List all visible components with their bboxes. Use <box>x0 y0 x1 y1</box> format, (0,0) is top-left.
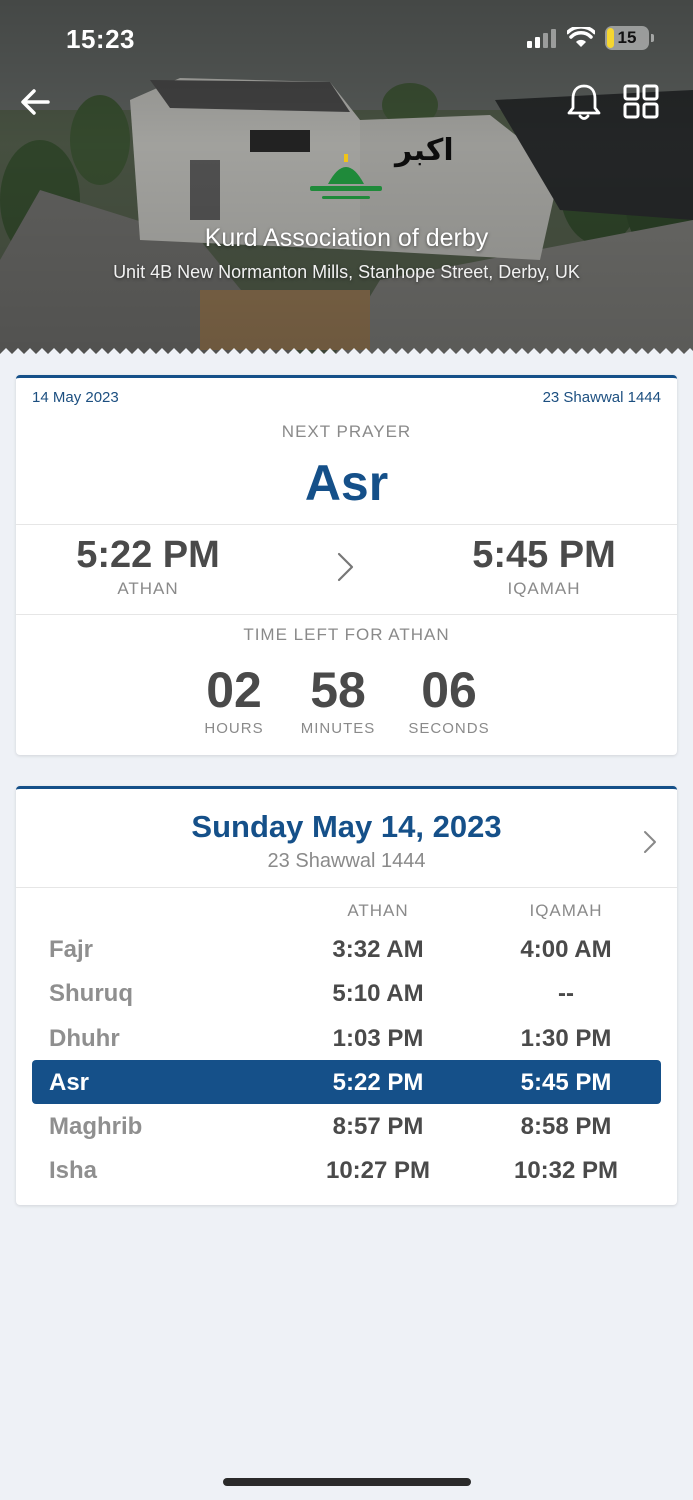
prayer-row-fajr: Fajr 3:32 AM 4:00 AM <box>32 927 661 971</box>
athan-label: ATHAN <box>117 579 179 598</box>
countdown-seconds: 06 SECONDS <box>394 662 504 737</box>
divider <box>16 524 677 525</box>
athan-column-header: ATHAN <box>347 901 409 920</box>
chevron-right-icon <box>337 552 354 582</box>
prayer-athan-time: 8:57 PM <box>332 1113 424 1141</box>
bell-icon[interactable] <box>566 82 602 122</box>
prayer-times-table: Fajr 3:32 AM 4:00 AM Shuruq 5:10 AM -- D… <box>32 927 661 1193</box>
prayer-iqamah-time: 5:45 PM <box>520 1068 612 1096</box>
countdown-minutes: 58 MINUTES <box>283 662 393 737</box>
next-prayer-name: Asr <box>304 455 389 511</box>
grid-icon[interactable] <box>622 84 660 120</box>
prayer-name: Asr <box>49 1068 90 1096</box>
prayer-iqamah-time: 10:32 PM <box>513 1157 619 1185</box>
masjid-name: Kurd Association of derby <box>204 224 489 252</box>
divider <box>16 887 677 888</box>
prayer-name: Fajr <box>49 936 94 963</box>
time-left-label: TIME LEFT FOR ATHAN <box>243 625 450 644</box>
prayer-row-asr: Asr 5:22 PM 5:45 PM <box>32 1059 661 1105</box>
prayer-athan-time: 5:22 PM <box>332 1068 424 1096</box>
next-prayer-card: 14 May 2023 23 Shawwal 1444 NEXT PRAYER … <box>16 375 677 755</box>
prayer-athan-time: 10:27 PM <box>325 1157 431 1185</box>
masjid-address: Unit 4B New Normanton Mills, Stanhope St… <box>113 262 580 282</box>
prayer-athan-time: 1:03 PM <box>332 1024 424 1052</box>
iqamah-time-block: 5:45 PM IQAMAH <box>434 534 654 599</box>
schedule-date: Sunday May 14, 2023 <box>191 809 502 844</box>
countdown-seconds-value: 06 <box>421 662 477 718</box>
hijri-date: 23 Shawwal 1444 <box>542 389 661 406</box>
prayer-athan-time: 5:10 AM <box>332 980 424 1008</box>
prayer-iqamah-time: 8:58 PM <box>520 1113 612 1141</box>
countdown-seconds-label: SECONDS <box>408 720 490 737</box>
signal-icon <box>527 29 556 48</box>
battery-icon: 15 <box>605 26 654 50</box>
next-day-chevron-icon[interactable] <box>642 829 658 855</box>
iqamah-time: 5:45 PM <box>472 534 616 576</box>
wifi-icon <box>567 27 595 47</box>
zigzag-edge <box>0 348 693 362</box>
athan-time: 5:22 PM <box>76 534 220 576</box>
back-arrow-icon[interactable] <box>18 84 54 120</box>
status-icons: 15 <box>527 26 654 50</box>
prayer-row-dhuhr: Dhuhr 1:03 PM 1:30 PM <box>32 1016 661 1060</box>
schedule-hijri-date: 23 Shawwal 1444 <box>267 850 426 872</box>
iqamah-column-header: IQAMAH <box>529 901 603 920</box>
battery-percent: 15 <box>617 28 637 47</box>
prayer-schedule-card: Sunday May 14, 2023 23 Shawwal 1444 ATHA… <box>16 786 677 1205</box>
next-prayer-label: NEXT PRAYER <box>281 422 412 441</box>
prayer-name: Isha <box>49 1157 98 1185</box>
divider <box>16 614 677 615</box>
countdown-hours-label: HOURS <box>204 720 264 737</box>
countdown-hours-value: 02 <box>206 662 262 718</box>
prayer-row-isha: Isha 10:27 PM 10:32 PM <box>32 1148 661 1192</box>
gregorian-date: 14 May 2023 <box>32 389 119 406</box>
status-time: 15:23 <box>66 24 135 54</box>
countdown-minutes-value: 58 <box>310 662 366 718</box>
prayer-iqamah-time: -- <box>558 980 574 1008</box>
prayer-name: Maghrib <box>49 1113 143 1141</box>
home-indicator[interactable] <box>223 1478 471 1486</box>
countdown-minutes-label: MINUTES <box>300 720 376 737</box>
prayer-row-shuruq: Shuruq 5:10 AM -- <box>32 971 661 1015</box>
prayer-iqamah-time: 1:30 PM <box>520 1024 612 1052</box>
mosque-logo <box>310 154 382 199</box>
prayer-row-maghrib: Maghrib 8:57 PM 8:58 PM <box>32 1104 661 1148</box>
prayer-name: Dhuhr <box>49 1024 120 1052</box>
athan-time-block: 5:22 PM ATHAN <box>38 534 258 599</box>
countdown-hours: 02 HOURS <box>179 662 289 737</box>
prayer-athan-time: 3:32 AM <box>332 936 424 963</box>
prayer-iqamah-time: 4:00 AM <box>520 936 612 963</box>
prayer-name: Shuruq <box>49 980 133 1008</box>
iqamah-label: IQAMAH <box>507 579 581 598</box>
